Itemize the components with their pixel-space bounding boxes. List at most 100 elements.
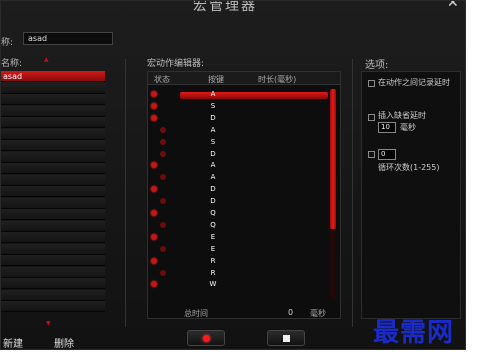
macro-name-input[interactable]: asad bbox=[23, 32, 113, 45]
macro-event-row[interactable]: A bbox=[148, 172, 328, 182]
macro-event-row[interactable]: D bbox=[148, 196, 328, 206]
macro-event-row[interactable]: Q bbox=[148, 220, 328, 230]
macro-list-item[interactable] bbox=[1, 209, 105, 220]
key-up-icon bbox=[160, 269, 166, 276]
macro-list-item[interactable] bbox=[1, 140, 105, 151]
macro-list-item[interactable] bbox=[1, 266, 105, 278]
key-down-icon bbox=[151, 162, 157, 169]
scroll-up-arrow-icon[interactable]: ▲ bbox=[44, 56, 49, 63]
macro-list-item[interactable] bbox=[1, 278, 105, 289]
editor-header-row: 状态 按键 时长(毫秒) bbox=[148, 72, 340, 85]
key-down-icon bbox=[151, 233, 157, 240]
event-key: S bbox=[210, 101, 216, 110]
event-key: E bbox=[210, 232, 216, 241]
macro-list-item[interactable] bbox=[1, 163, 105, 174]
macro-event-row[interactable]: R bbox=[148, 268, 328, 278]
macro-event-row[interactable]: A bbox=[148, 160, 328, 170]
event-key: D bbox=[210, 197, 216, 206]
total-time-unit: 毫秒 bbox=[310, 309, 326, 318]
column-status: 状态 bbox=[154, 75, 170, 84]
key-down-icon bbox=[151, 91, 157, 97]
loop-count-input[interactable]: 0 bbox=[378, 149, 396, 160]
loop-checkbox[interactable] bbox=[368, 151, 375, 158]
stop-button[interactable] bbox=[267, 330, 305, 346]
macro-event-row[interactable]: E bbox=[148, 232, 328, 242]
macro-list-item[interactable] bbox=[1, 255, 105, 266]
key-up-icon bbox=[160, 198, 166, 205]
insert-delay-label: 插入缺省延时 bbox=[378, 111, 426, 120]
macro-list-item[interactable] bbox=[1, 82, 105, 94]
key-down-icon bbox=[151, 102, 157, 109]
macro-event-row[interactable]: A bbox=[148, 125, 328, 135]
macro-list-item[interactable] bbox=[1, 220, 105, 232]
macro-event-row[interactable]: S bbox=[148, 137, 328, 147]
macro-editor-title: 宏动作编辑器: bbox=[147, 59, 205, 69]
macro-event-row[interactable]: D bbox=[148, 184, 328, 194]
macro-manager-window: 宏管理器 ✕ 称: asad 名称: ▲ asad ▼ 新建 删除 宏动作编辑器… bbox=[0, 0, 466, 350]
macro-event-row[interactable]: W bbox=[148, 279, 328, 289]
total-time-label: 总时间 bbox=[184, 309, 208, 318]
editor-scroll-thumb[interactable] bbox=[330, 89, 336, 229]
event-key: R bbox=[210, 268, 216, 277]
key-down-icon bbox=[151, 114, 157, 121]
macro-list-item[interactable] bbox=[1, 289, 105, 301]
macro-event-row[interactable]: E bbox=[148, 244, 328, 254]
event-key: E bbox=[210, 244, 216, 253]
macro-list-item[interactable] bbox=[1, 243, 105, 255]
macro-list-item[interactable] bbox=[1, 117, 105, 128]
close-icon[interactable]: ✕ bbox=[447, 1, 459, 11]
record-icon bbox=[203, 335, 210, 342]
panel-divider bbox=[352, 59, 353, 327]
macro-name-label: 称: bbox=[1, 38, 14, 48]
record-delay-checkbox[interactable] bbox=[368, 80, 375, 87]
insert-delay-unit: 毫秒 bbox=[400, 123, 416, 132]
macro-list-item[interactable] bbox=[1, 301, 105, 312]
macro-list-item[interactable] bbox=[1, 174, 105, 186]
loop-count-label: 循环次数(1-255) bbox=[378, 163, 440, 172]
column-key: 按键 bbox=[208, 75, 224, 84]
event-key: A bbox=[210, 173, 216, 182]
macro-event-row[interactable]: S bbox=[148, 101, 328, 111]
watermark-text: 最需网 bbox=[373, 318, 455, 348]
insert-delay-input[interactable]: 10 bbox=[378, 122, 396, 133]
macro-event-row[interactable]: D bbox=[148, 113, 328, 123]
key-up-icon bbox=[160, 126, 166, 133]
key-up-icon bbox=[160, 245, 166, 252]
key-down-icon bbox=[151, 257, 157, 264]
options-title: 选项: bbox=[365, 60, 389, 71]
event-key: Q bbox=[210, 209, 216, 217]
macro-list-item[interactable] bbox=[1, 94, 105, 105]
record-delay-label: 在动作之间记录延时 bbox=[378, 78, 450, 87]
event-key: A bbox=[210, 125, 216, 134]
macro-event-row[interactable]: A bbox=[148, 89, 328, 99]
event-key: D bbox=[210, 113, 216, 122]
key-up-icon bbox=[160, 221, 166, 228]
macro-event-row[interactable]: R bbox=[148, 256, 328, 266]
macro-event-row[interactable]: D bbox=[148, 149, 328, 159]
macro-list-item[interactable] bbox=[1, 105, 105, 117]
macro-event-row[interactable]: Q bbox=[148, 208, 328, 218]
event-key: W bbox=[209, 280, 217, 289]
new-macro-button[interactable]: 新建 bbox=[3, 335, 23, 350]
window-title: 宏管理器 bbox=[193, 1, 257, 13]
macro-list-item[interactable] bbox=[1, 151, 105, 163]
event-key: Q bbox=[210, 220, 216, 229]
key-down-icon bbox=[151, 281, 157, 288]
insert-delay-checkbox[interactable] bbox=[368, 114, 375, 121]
macro-list-item[interactable] bbox=[1, 128, 105, 140]
column-duration: 时长(毫秒) bbox=[258, 75, 297, 84]
macro-list-item[interactable]: asad bbox=[1, 71, 105, 82]
event-key: A bbox=[210, 161, 216, 170]
macro-editor-table: 状态 按键 时长(毫秒) ASDASDAADDQQEERRW 总时间 0 毫秒 bbox=[147, 71, 341, 319]
scroll-down-arrow-icon[interactable]: ▼ bbox=[46, 320, 51, 327]
delete-macro-button[interactable]: 删除 bbox=[54, 335, 74, 350]
title-bar: 宏管理器 ✕ bbox=[1, 1, 467, 13]
stop-icon bbox=[283, 335, 290, 342]
key-down-icon bbox=[151, 186, 157, 193]
key-up-icon bbox=[160, 174, 166, 181]
macro-list-item[interactable] bbox=[1, 186, 105, 197]
macro-list-item[interactable] bbox=[1, 197, 105, 209]
macro-list-item-label: asad bbox=[3, 72, 23, 81]
record-button[interactable] bbox=[187, 330, 225, 346]
macro-list-item[interactable] bbox=[1, 232, 105, 243]
